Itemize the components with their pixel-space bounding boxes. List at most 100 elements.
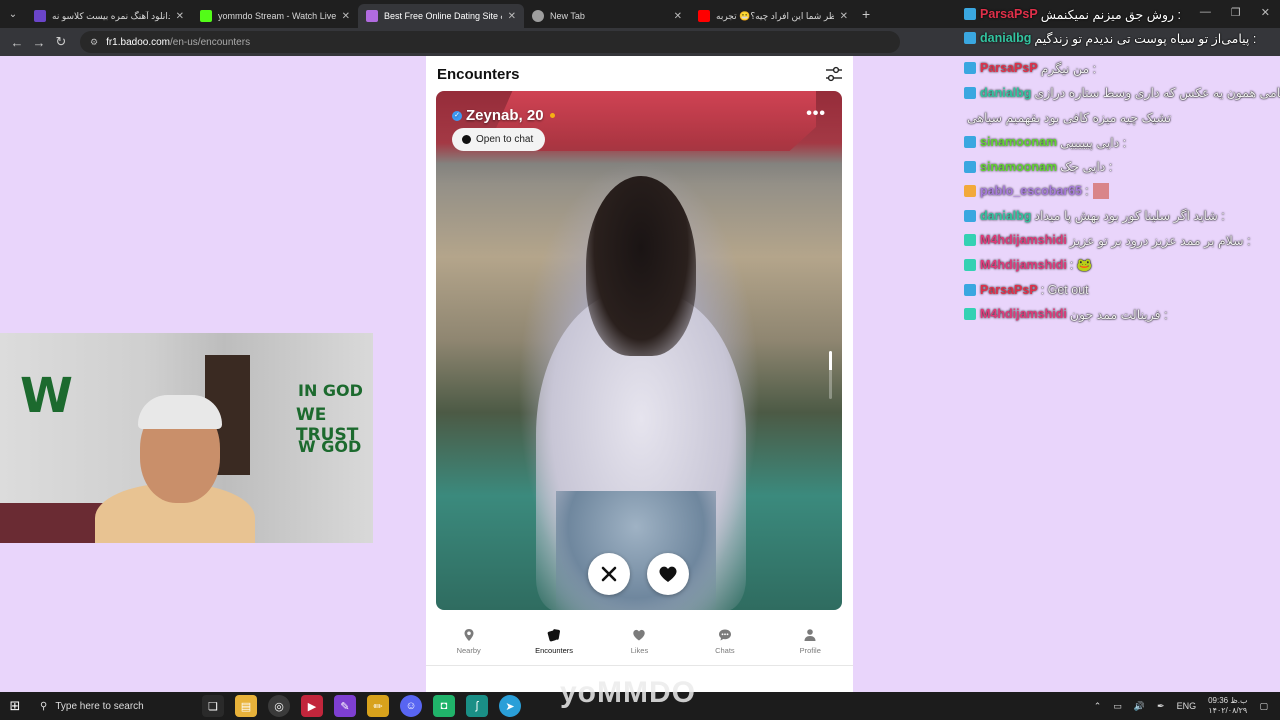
chat-username: ParsaPsP	[980, 61, 1038, 76]
heart-icon	[659, 566, 677, 582]
file-explorer-icon[interactable]: ▤	[235, 695, 257, 717]
chat-username: sinamoonam	[980, 159, 1058, 174]
clock[interactable]: 09:36 ب.ظ ۱۴۰۲/۰۸/۲۹	[1208, 696, 1247, 716]
chat-text: روش جق میزنم نمیکنمش :	[1040, 7, 1182, 22]
chat-text: تشیک چیه میزه کافی بود بقهمیم سیاهی	[967, 110, 1172, 125]
language-indicator[interactable]: ENG	[1177, 701, 1197, 711]
stream-chat-top: ParsaPsP روش جق میزنم نمیکنمش : danialbg…	[964, 2, 1280, 50]
volume-icon[interactable]: 🔊	[1134, 701, 1145, 712]
browser-tab[interactable]: نظر شما این افراد چیه؟😬 تجربه ✕	[690, 4, 856, 28]
tab-search-chevron-icon[interactable]: ⌄	[0, 0, 26, 28]
chat-badge-icon	[964, 62, 976, 75]
chat-text: دایی پیییییی :	[1060, 135, 1127, 150]
tab-favicon	[698, 10, 710, 22]
tab-title: yommdo Stream - Watch Live o	[218, 11, 336, 21]
chat-username: M4hdijamshidi	[980, 258, 1067, 273]
browser-tab[interactable]: yommdo Stream - Watch Live o ✕	[192, 4, 358, 28]
notifications-icon[interactable]: ▢	[1259, 701, 1268, 712]
chat-message: ParsaPsP : Get out	[964, 277, 1280, 302]
stream-chat: ParsaPsP من نیگرم : danialbg سامی همون ی…	[964, 56, 1280, 327]
close-icon[interactable]: ✕	[508, 11, 516, 22]
new-tab-button[interactable]: +	[862, 6, 870, 22]
taskbar-apps: ❏ ▤ ◎ ▶ ✎ ✏ ☺ ◘ ʃ ➤	[202, 695, 521, 717]
photo-progress-indicator	[829, 351, 832, 399]
more-options-icon[interactable]: •••	[806, 105, 826, 123]
reload-icon[interactable]: ↻	[50, 34, 72, 50]
site-info-icon[interactable]: ⚙	[90, 37, 98, 48]
close-icon[interactable]: ✕	[674, 11, 682, 22]
close-icon[interactable]: ✕	[840, 11, 848, 22]
chat-username: pablo_escobar65	[980, 184, 1083, 199]
filter-sliders-icon[interactable]	[825, 66, 843, 82]
windows-start-icon[interactable]: ⊞	[0, 698, 30, 714]
open-to-chat-badge: Open to chat	[452, 128, 546, 151]
chat-username: M4hdijamshidi	[980, 307, 1067, 322]
verified-check-icon: ✓	[452, 110, 462, 121]
chat-badge-icon	[964, 209, 976, 222]
tab-favicon	[34, 10, 46, 22]
like-button[interactable]	[647, 553, 689, 595]
forward-arrow-icon[interactable]: →	[28, 35, 50, 50]
clock-date: ۱۴۰۲/۰۸/۲۹	[1208, 706, 1248, 715]
pass-button[interactable]	[588, 553, 630, 595]
nav-item-chats[interactable]: Chats	[690, 618, 760, 665]
wall-graffiti-text: IN GOD	[298, 381, 363, 400]
taskbar-search[interactable]: ⚲ Type here to search	[30, 692, 190, 720]
chat-username: danialbg	[980, 85, 1032, 100]
chat-username: ParsaPsP	[980, 282, 1038, 297]
stream-watermark: yoMMDO	[560, 676, 696, 709]
nav-item-nearby[interactable]: Nearby	[434, 618, 504, 665]
chat-message: M4hdijamshidi فرینالت ممد جون :	[964, 302, 1280, 327]
chat-bubble-icon	[718, 629, 731, 641]
browser-tab[interactable]: دانلود آهنگ نمره بیست کلاسو نه ✕	[26, 4, 192, 28]
nav-item-encounters[interactable]: Encounters	[519, 618, 589, 665]
nav-label: Profile	[799, 646, 821, 655]
chat-message: M4hdijamshidi : 🐸	[964, 253, 1280, 278]
close-icon[interactable]: ✕	[176, 11, 184, 22]
tab-favicon	[366, 10, 378, 22]
back-arrow-icon[interactable]: ←	[6, 35, 28, 50]
nav-item-profile[interactable]: Profile	[775, 618, 845, 665]
chat-badge-icon	[964, 86, 976, 99]
chrome-icon[interactable]: ◎	[268, 695, 290, 717]
location-pin-icon	[464, 629, 474, 641]
media-app-icon[interactable]: ▶	[301, 695, 323, 717]
discord-icon[interactable]: ☺	[400, 695, 422, 717]
chevron-up-icon[interactable]: ⌃	[1094, 701, 1102, 712]
emote-icon	[1092, 183, 1109, 200]
chat-username: danialbg	[980, 31, 1032, 45]
search-icon: ⚲	[40, 700, 48, 712]
browser-tab-active[interactable]: Best Free Online Dating Site & ✕	[358, 4, 524, 28]
chat-message-continued: تشیک چیه میزه کافی بود بقهمیم سیاهی	[964, 105, 1280, 130]
page-title: Encounters	[437, 66, 520, 83]
chat-text: من نیگرم :	[1040, 61, 1097, 76]
network-icon[interactable]: ▭	[1113, 701, 1122, 712]
chat-badge-icon	[964, 283, 976, 296]
close-icon[interactable]: ✕	[342, 11, 350, 22]
pencil-app-icon[interactable]: ✏	[367, 695, 389, 717]
wall-graffiti-text: W GOD	[298, 437, 362, 456]
nav-label: Chats	[715, 646, 735, 655]
nav-label: Likes	[630, 646, 649, 655]
chat-text: فرینالت ممد جون :	[1069, 307, 1168, 322]
nav-label: Nearby	[456, 646, 481, 655]
tab-title: Best Free Online Dating Site &	[384, 11, 502, 21]
chat-app-icon[interactable]: ◘	[433, 695, 455, 717]
url-field[interactable]: ⚙ fr1.badoo.com/en-us/encounters	[80, 31, 900, 53]
close-icon	[601, 566, 617, 582]
task-view-icon[interactable]: ❏	[202, 695, 224, 717]
chat-badge-icon	[964, 308, 976, 321]
cards-icon	[547, 629, 561, 642]
profile-card[interactable]: ✓ Zeynab, 20 ••• Open to chat	[436, 91, 842, 610]
chat-badge-icon	[964, 136, 976, 149]
script-app-icon[interactable]: ʃ	[466, 695, 488, 717]
profile-name: Zeynab, 20	[466, 107, 544, 124]
editor-app-icon[interactable]: ✎	[334, 695, 356, 717]
telegram-icon[interactable]: ➤	[499, 695, 521, 717]
pen-icon[interactable]: ✒	[1157, 701, 1165, 712]
chat-message: danialbg شاید اگر سلینا کور بود بهش پا م…	[964, 204, 1280, 229]
browser-tab[interactable]: New Tab ✕	[524, 4, 690, 28]
tab-title: دانلود آهنگ نمره بیست کلاسو نه	[52, 10, 170, 21]
nav-item-likes[interactable]: Likes	[604, 618, 674, 665]
profile-name-row: ✓ Zeynab, 20	[452, 107, 555, 124]
